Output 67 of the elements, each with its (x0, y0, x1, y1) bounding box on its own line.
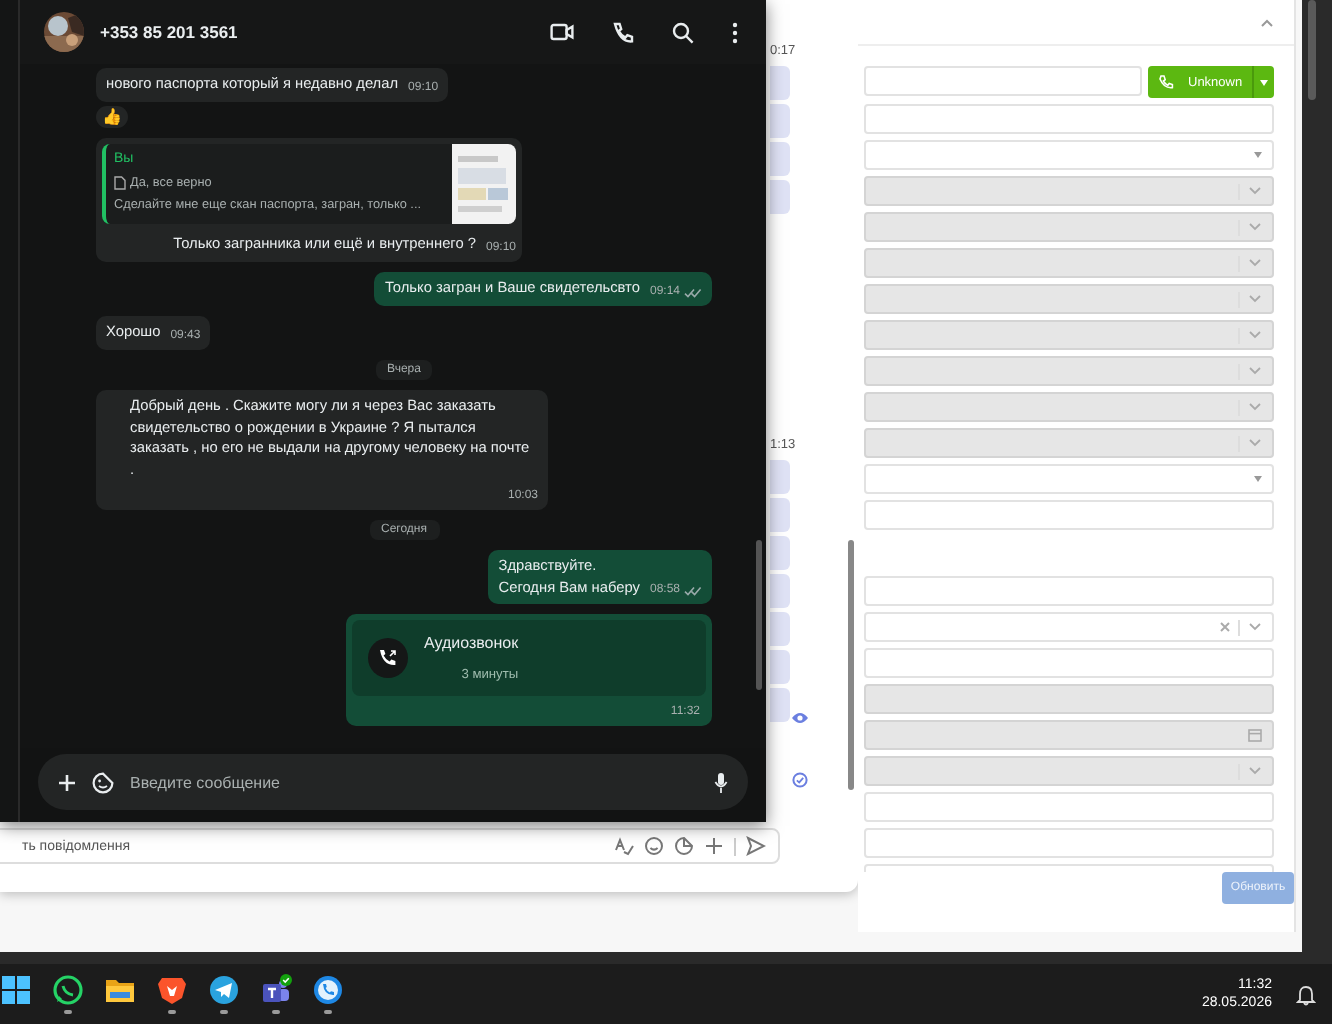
input-field[interactable] (864, 828, 1274, 858)
call-title: Аудиозвонок (424, 632, 519, 656)
video-call-icon[interactable] (550, 22, 574, 42)
message-bubble (770, 612, 790, 646)
chevron-down-icon (1248, 330, 1262, 340)
chevron-down-icon (1248, 222, 1262, 232)
chevron-down-icon (1248, 186, 1262, 196)
message-bubble (770, 460, 790, 494)
caret-down-icon (1254, 476, 1262, 482)
chevron-down-icon (1248, 402, 1262, 412)
caret-down-icon (1260, 79, 1269, 85)
bell-icon[interactable] (1296, 983, 1316, 1005)
chevron-down-icon (1248, 622, 1262, 632)
folder-icon[interactable] (104, 974, 136, 1006)
spellcheck-icon[interactable] (614, 836, 634, 856)
input-field[interactable] (864, 500, 1274, 530)
eye-icon[interactable] (792, 712, 808, 724)
windows-icon[interactable] (0, 974, 32, 1006)
message-bubble (770, 688, 790, 722)
contact-name: +353 85 201 3561 (100, 22, 240, 42)
placeholder: Введите сообщение (130, 773, 282, 791)
clear-icon[interactable] (1220, 622, 1230, 632)
chevron-down-icon (1248, 366, 1262, 376)
people-icon[interactable] (260, 974, 292, 1006)
message-bubble (770, 574, 790, 608)
phone-icon (1158, 74, 1174, 90)
document-icon (114, 176, 126, 191)
input-field[interactable] (864, 792, 1274, 822)
message-bubble (770, 66, 790, 100)
message-bubble (770, 650, 790, 684)
chevron-down-icon (1248, 294, 1262, 304)
phone-icon[interactable] (612, 21, 634, 43)
dropdown-button[interactable] (1252, 66, 1274, 98)
chevron-down-icon (1248, 766, 1262, 776)
chevron-down-icon (1248, 258, 1262, 268)
microphone-icon[interactable] (714, 771, 728, 793)
phone-icon (378, 648, 398, 669)
message-bubble (770, 498, 790, 532)
message-bubble (770, 104, 790, 138)
phone-icon[interactable] (312, 974, 344, 1006)
input-field[interactable] (864, 104, 1274, 134)
dropdown-field[interactable] (864, 612, 1274, 642)
reaction[interactable]: 👍 (96, 106, 128, 128)
message-bubble (770, 536, 790, 570)
scrollbar[interactable] (0, 952, 1302, 964)
send-icon[interactable] (746, 836, 766, 856)
scrollbar[interactable] (756, 540, 762, 690)
select-field[interactable] (864, 464, 1274, 494)
more-icon[interactable] (732, 21, 738, 43)
shield-icon[interactable] (156, 974, 188, 1006)
message-field[interactable]: Введите сообщение (38, 754, 748, 810)
chevron-down-icon (1248, 438, 1262, 448)
paper-plane-icon[interactable] (208, 974, 240, 1006)
check-circle-icon[interactable] (792, 772, 808, 788)
scrollbar[interactable] (1308, 0, 1316, 100)
message-bubble (770, 180, 790, 214)
chat-bubble-icon[interactable] (52, 974, 84, 1006)
input-field[interactable] (864, 648, 1274, 678)
caret-down-icon (1254, 152, 1262, 158)
message-bubble (770, 142, 790, 176)
search-icon[interactable] (672, 21, 694, 43)
input-field[interactable] (864, 66, 1142, 96)
chevron-up-icon[interactable] (1260, 17, 1274, 27)
input-field[interactable] (864, 576, 1274, 606)
scrollbar[interactable] (848, 540, 854, 790)
select-field[interactable] (864, 140, 1274, 170)
emoji-icon[interactable] (644, 836, 664, 856)
